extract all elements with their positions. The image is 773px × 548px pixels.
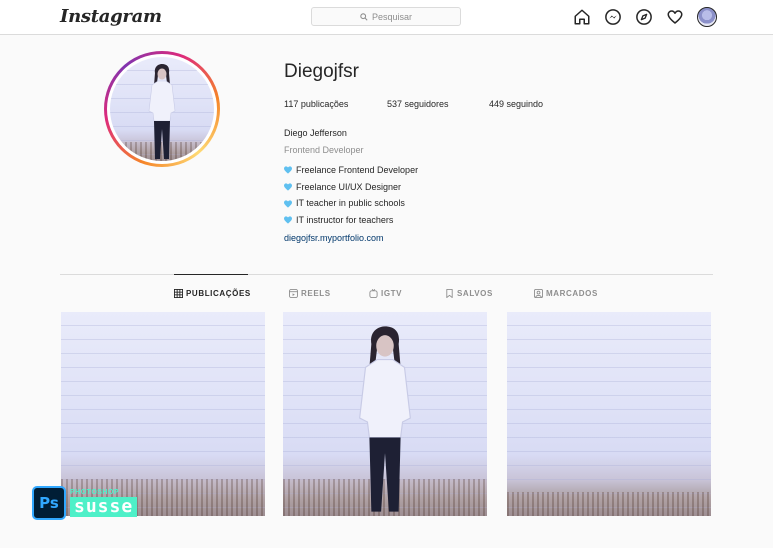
search-icon bbox=[360, 12, 368, 21]
profile-tabs: PUBLICAÇÕES REELS IGTV SALVOS MARCADOS bbox=[174, 289, 598, 298]
following-count[interactable]: 449 seguindo bbox=[489, 99, 543, 109]
profile-stats: 117 publicações 537 seguidores 449 segui… bbox=[284, 99, 543, 109]
search-placeholder: Pesquisar bbox=[371, 11, 413, 22]
blue-heart-icon bbox=[284, 216, 292, 225]
instagram-logo[interactable]: Instagram bbox=[60, 6, 162, 27]
tab-label: MARCADOS bbox=[546, 289, 598, 298]
photo-grass bbox=[507, 491, 711, 516]
igtv-icon bbox=[369, 289, 378, 298]
tab-igtv[interactable]: IGTV bbox=[369, 289, 445, 298]
tab-publicacoes[interactable]: PUBLICAÇÕES bbox=[174, 289, 289, 298]
blue-heart-icon bbox=[284, 166, 292, 174]
explore-icon[interactable] bbox=[635, 8, 653, 26]
photoshop-watermark: Ps PHOTOSHOP susse bbox=[32, 486, 138, 520]
blue-heart-icon bbox=[284, 200, 292, 208]
post-thumbnail[interactable] bbox=[507, 312, 711, 516]
bio-line: IT instructor for teachers bbox=[284, 212, 418, 229]
profile-picture-border bbox=[107, 54, 217, 164]
bio-line: Freelance Frontend Developer bbox=[284, 162, 418, 179]
profile-website-link[interactable]: diegojfsr.myportfolio.com bbox=[284, 233, 384, 243]
bio-text: IT teacher in public schools bbox=[296, 198, 405, 209]
profile-picture[interactable] bbox=[104, 51, 220, 167]
tab-label: REELS bbox=[301, 289, 331, 298]
search-input[interactable]: Pesquisar bbox=[311, 7, 461, 26]
profile-full-name: Diego Jefferson bbox=[284, 128, 347, 138]
profile-category: Frontend Developer bbox=[284, 145, 364, 155]
grid-icon bbox=[174, 289, 183, 298]
tab-label: IGTV bbox=[381, 289, 403, 298]
watermark-text: PHOTOSHOP susse bbox=[70, 489, 138, 517]
bio-line: Freelance UI/UX Designer bbox=[284, 179, 418, 196]
tab-label: SALVOS bbox=[457, 289, 493, 298]
heart-icon[interactable] bbox=[666, 8, 684, 26]
profile-bio: Freelance Frontend Developer Freelance U… bbox=[284, 162, 418, 229]
bookmark-icon bbox=[446, 289, 453, 298]
top-nav-bar: Instagram Pesquisar bbox=[0, 0, 773, 35]
bio-line: IT teacher in public schools bbox=[284, 195, 418, 212]
followers-count[interactable]: 537 seguidores bbox=[387, 99, 489, 109]
reels-icon bbox=[289, 289, 298, 298]
watermark-big-text: susse bbox=[70, 497, 138, 517]
home-icon[interactable] bbox=[573, 8, 591, 26]
profile-photo bbox=[110, 57, 214, 161]
person-figure bbox=[359, 326, 411, 512]
messenger-icon[interactable] bbox=[604, 8, 622, 26]
tabs-divider bbox=[60, 274, 713, 275]
active-tab-indicator bbox=[174, 274, 248, 275]
tab-marcados[interactable]: MARCADOS bbox=[534, 289, 598, 298]
photoshop-logo: Ps bbox=[32, 486, 66, 520]
blue-heart-icon bbox=[284, 183, 292, 191]
profile-avatar[interactable] bbox=[697, 7, 717, 27]
nav-icons bbox=[573, 7, 717, 27]
profile-username: Diegojfsr bbox=[284, 61, 359, 82]
photo-wall bbox=[507, 312, 711, 516]
tagged-icon bbox=[534, 289, 543, 298]
posts-count: 117 publicações bbox=[284, 99, 349, 109]
bio-text: Freelance UI/UX Designer bbox=[296, 181, 402, 192]
person-figure bbox=[148, 64, 176, 159]
tab-reels[interactable]: REELS bbox=[289, 289, 369, 298]
bio-text: IT instructor for teachers bbox=[296, 215, 394, 226]
bio-text: Freelance Frontend Developer bbox=[296, 165, 419, 175]
tab-salvos[interactable]: SALVOS bbox=[445, 289, 534, 298]
post-thumbnail[interactable] bbox=[283, 312, 487, 516]
tab-label: PUBLICAÇÕES bbox=[186, 289, 251, 298]
